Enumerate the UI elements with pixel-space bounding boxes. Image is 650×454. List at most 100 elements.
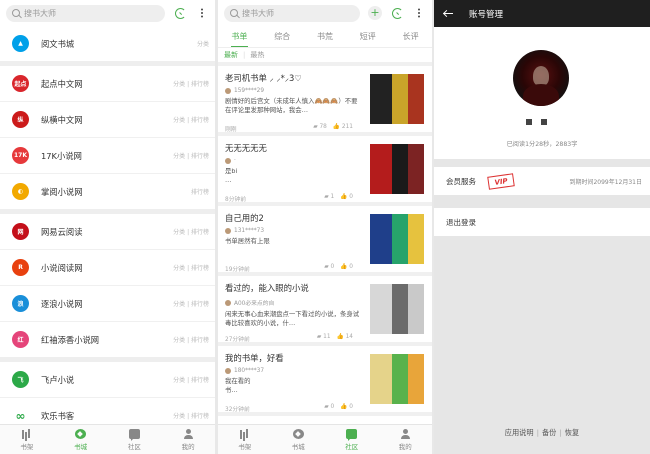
avatar: [225, 158, 231, 164]
post-desc: 书单居然有上限: [225, 237, 270, 245]
source-name: 掌阅小说网: [41, 186, 83, 197]
comment-count: ▰ 78: [313, 124, 327, 130]
source-list: ▲ 阅文书城 分类 起点 起点中文网 分类 | 排行榜纵纵横中文网 分类 | 排行榜 17K 1…: [0, 26, 215, 434]
book-covers: [370, 354, 424, 404]
nav-label: 我的: [398, 442, 412, 451]
source-links[interactable]: 分类 | 排行榜: [173, 115, 209, 124]
source-links[interactable]: 分类 | 排行榜: [173, 335, 209, 344]
source-item[interactable]: 飞 飞卢小说 分类 | 排行榜: [0, 362, 215, 398]
list-item[interactable]: 无无无无无 · 是bi… 8分钟前 ▰ 1 👍 0: [218, 136, 432, 206]
back-arrow-icon[interactable]: [444, 9, 453, 18]
source-links[interactable]: 分类 | 排行榜: [173, 227, 209, 236]
source-logo-icon: 起点: [12, 75, 29, 92]
sort-tab-0[interactable]: 最新: [224, 50, 238, 60]
book-cover: [370, 144, 392, 194]
refresh-icon: [174, 7, 186, 19]
tab-0[interactable]: 书单: [218, 31, 261, 47]
source-name: 飞卢小说: [41, 374, 75, 385]
source-links[interactable]: 排行榜: [191, 187, 209, 196]
refresh-button[interactable]: [390, 6, 404, 20]
source-links[interactable]: 分类 | 排行榜: [173, 299, 209, 308]
avatar[interactable]: [513, 50, 569, 106]
nav-item-city[interactable]: 书城: [272, 425, 326, 454]
book-cover: [370, 354, 392, 404]
footer-link[interactable]: 应用说明: [505, 428, 534, 437]
book-covers: [370, 74, 424, 124]
post-time: 19分钟前: [225, 267, 250, 273]
source-item[interactable]: R 小说阅读网 分类 | 排行榜: [0, 250, 215, 286]
like-count: 👍 0: [340, 264, 353, 270]
vip-badge: VIP: [487, 172, 515, 190]
tab-4[interactable]: 长评: [389, 31, 432, 47]
book-cover: [370, 284, 392, 334]
search-icon: [12, 9, 20, 17]
like-count: 👍 14: [336, 334, 353, 340]
avatar: [225, 368, 231, 374]
post-desc: 我在看的 书…: [225, 377, 251, 394]
source-links[interactable]: 分类 | 排行榜: [173, 151, 209, 160]
tab-3[interactable]: 短评: [346, 31, 389, 47]
more-menu-button[interactable]: [195, 6, 209, 20]
nav-item-shelf[interactable]: 书架: [218, 425, 272, 454]
source-links[interactable]: 分类 | 排行榜: [173, 263, 209, 272]
footer-link[interactable]: 恢复: [565, 428, 579, 437]
source-name: 逐浪小说网: [41, 298, 83, 309]
book-covers: [370, 214, 424, 264]
list-item[interactable]: 看过的，能入眼的小说 A00必来点的自 闲来无事心血来潮盘点一下看过的小说，条身试毒…: [218, 276, 432, 346]
source-item[interactable]: ◐ 掌阅小说网 排行榜: [0, 174, 215, 214]
source-name: 欢乐书客: [41, 410, 75, 421]
post-title: 看过的，能入眼的小说: [225, 283, 309, 293]
like-count: 👍 0: [340, 404, 353, 410]
source-name: 起点中文网: [41, 78, 83, 89]
account-header: 账号管理: [434, 0, 650, 27]
more-menu-button[interactable]: [412, 6, 426, 20]
avatar: [225, 88, 231, 94]
source-item[interactable]: 起点 起点中文网 分类 | 排行榜: [0, 66, 215, 102]
book-cover: [370, 74, 392, 124]
footer-links: 应用说明 | 备份 | 恢复: [434, 428, 650, 438]
nav-item-shelf[interactable]: 书架: [0, 425, 54, 454]
post-footer: 刚刚 ▰ 78 👍 211: [225, 124, 353, 133]
nav-label: 社区: [127, 442, 141, 451]
list-item[interactable]: 老司机书单 ⸝ ⸝*⸝3♡ 159****29 剧情好的后宫文（未成年人慎入🙈🙈🙈）…: [218, 66, 432, 136]
source-item[interactable]: 浪 逐浪小说网 分类 | 排行榜: [0, 286, 215, 322]
tab-2[interactable]: 书荒: [304, 31, 347, 47]
source-links[interactable]: 分类: [197, 39, 209, 48]
list-item[interactable]: 我的书单，好看 180****37 我在看的 书… 32分钟前 ▰ 0 👍 0: [218, 346, 432, 416]
source-item[interactable]: 网 网易云阅读 分类 | 排行榜: [0, 214, 215, 250]
nav-item-me[interactable]: 我的: [161, 425, 215, 454]
source-links[interactable]: 分类 | 排行榜: [173, 375, 209, 384]
refresh-button[interactable]: [173, 6, 187, 20]
plus-icon: +: [368, 6, 382, 20]
source-item[interactable]: 纵 纵横中文网 分类 | 排行榜: [0, 102, 215, 138]
comm-icon: [128, 428, 140, 441]
post-title: 自己用的2: [225, 213, 264, 223]
read-time: 已阅读1分28秒，2883字: [506, 141, 578, 148]
footer-link[interactable]: 备份: [542, 428, 556, 437]
comment-count: ▰ 0: [324, 264, 335, 270]
search-input[interactable]: 搜书大师: [224, 4, 360, 22]
post-footer: 19分钟前 ▰ 0 👍 0: [225, 264, 353, 273]
source-item[interactable]: ▲ 阅文书城 分类: [0, 26, 215, 66]
divider: |: [536, 428, 539, 437]
logout-button[interactable]: 退出登录: [434, 208, 650, 236]
source-links[interactable]: 分类 | 排行榜: [173, 411, 209, 420]
source-item[interactable]: 17K 17K小说网 分类 | 排行榜: [0, 138, 215, 174]
nav-label: 书城: [291, 442, 305, 451]
tab-1[interactable]: 综合: [261, 31, 304, 47]
list-item[interactable]: 自己用的2 131****73 书单居然有上限 19分钟前 ▰ 0 👍 0: [218, 206, 432, 276]
search-input[interactable]: 搜书大师: [6, 4, 165, 22]
source-name: 网易云阅读: [41, 226, 83, 237]
nav-item-comm[interactable]: 社区: [325, 425, 379, 454]
member-service-label: 会员服务: [446, 176, 476, 186]
book-cover: [370, 214, 392, 264]
member-service-row[interactable]: 会员服务 VIP 到期时间2099年12月31日: [434, 167, 650, 195]
post-desc: 剧情好的后宫文（未成年人慎入🙈🙈🙈）不要在评论里发那种网站，我会…: [225, 97, 358, 114]
source-links[interactable]: 分类 | 排行榜: [173, 79, 209, 88]
nav-item-comm[interactable]: 社区: [108, 425, 162, 454]
source-item[interactable]: 红 红袖添香小说网 分类 | 排行榜: [0, 322, 215, 362]
sort-tab-1[interactable]: 最热: [250, 50, 264, 60]
nav-item-city[interactable]: 书城: [54, 425, 108, 454]
nav-item-me[interactable]: 我的: [379, 425, 433, 454]
add-button[interactable]: +: [368, 6, 382, 20]
